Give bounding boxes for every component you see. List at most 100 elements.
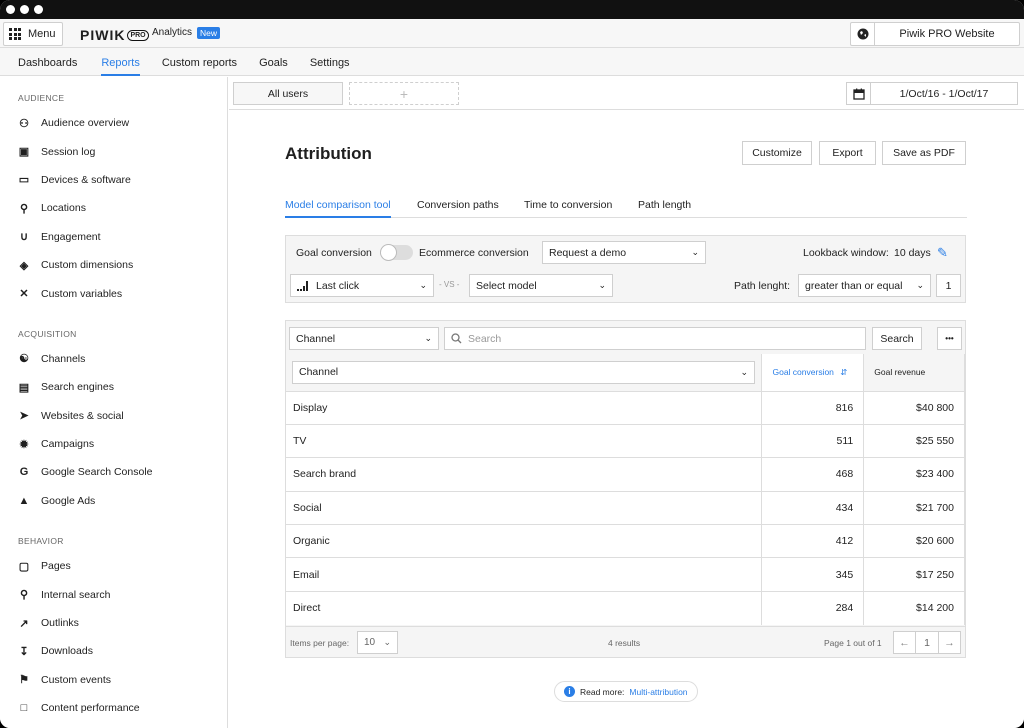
search-button[interactable]: Search (872, 327, 922, 350)
ecommerce-conversion-label: Ecommerce conversion (419, 247, 529, 259)
sidebar-item-custom-variables[interactable]: ✕ Custom variables (0, 279, 227, 307)
window-icon: ▢ (18, 560, 30, 573)
flag-icon: ⚑ (19, 674, 29, 687)
toggle-knob (380, 244, 397, 261)
sidebar-item-campaigns[interactable]: ✹ Campaigns (0, 430, 227, 458)
sidebar-item-engagement[interactable]: ∪ Engagement (0, 223, 227, 251)
multi-attribution-link[interactable]: Multi-attribution (629, 687, 687, 697)
read-more-pill: i Read more: Multi-attribution (554, 681, 698, 702)
sidebar-item-google-ads[interactable]: ▲ Google Ads (0, 487, 227, 515)
sidebar-item-audience-overview[interactable]: ⚇ Audience overview (0, 109, 227, 137)
prev-page-icon[interactable]: ← (894, 632, 916, 653)
pin-icon: ⚲ (19, 202, 29, 215)
save-pdf-button[interactable]: Save as PDF (882, 141, 966, 165)
row-channel: Direct (286, 590, 763, 625)
nav-dashboards[interactable]: Dashboards (0, 48, 88, 76)
path-length-input[interactable]: 1 (936, 274, 961, 297)
sidebar-item-websites-social[interactable]: ➤ Websites & social (0, 402, 227, 430)
sidebar-item-outlinks[interactable]: ↗ Outlinks (0, 609, 227, 637)
vs-label: - VS - (439, 280, 460, 289)
sidebar-item-label: Search engines (41, 381, 114, 394)
conversion-type-toggle[interactable] (380, 244, 413, 261)
nav-settings[interactable]: Settings (299, 48, 361, 76)
table-row[interactable]: Direct 284 $14 200 (286, 590, 965, 625)
table-row[interactable]: Social 434 $21 700 (286, 490, 965, 525)
table-row[interactable]: Email 345 $17 250 (286, 557, 965, 592)
row-goal-revenue: $14 200 (863, 590, 965, 625)
results-count: 4 results (608, 638, 641, 648)
header-goal-conversion[interactable]: Goal conversion ⇵ (761, 354, 865, 391)
model-b-select[interactable]: Select model ⌄ (469, 274, 613, 297)
title-bar (0, 0, 1024, 19)
current-page-input[interactable]: 1 (916, 637, 938, 649)
sidebar-item-label: Custom variables (41, 287, 123, 300)
path-length-label: Path lenght: (734, 280, 791, 292)
table-row[interactable]: Search brand 468 $23 400 (286, 457, 965, 492)
row-goal-revenue: $40 800 (863, 390, 965, 425)
table-row[interactable]: Organic 412 $20 600 (286, 524, 965, 558)
logo[interactable]: PIWIK PRO (80, 27, 149, 43)
nav-custom-reports[interactable]: Custom reports (151, 48, 248, 76)
google-icon: G (19, 466, 29, 479)
segment-all-users[interactable]: All users (233, 82, 343, 105)
sidebar-item-devices-software[interactable]: ▭ Devices & software (0, 166, 227, 194)
users-icon: ⚇ (19, 117, 29, 130)
sidebar-item-session-log[interactable]: ▣ Session log (0, 137, 227, 165)
tab-path-length[interactable]: Path length (638, 199, 691, 218)
close-dot[interactable] (6, 5, 15, 14)
sidebar-item-downloads[interactable]: ↧ Downloads (0, 637, 227, 665)
path-operator-select[interactable]: greater than or equal ⌄ (798, 274, 931, 297)
table-row[interactable]: TV 511 $25 550 (286, 423, 965, 458)
add-segment-button[interactable]: + (349, 82, 459, 105)
chevron-down-icon: ⌄ (691, 247, 699, 257)
customize-button[interactable]: Customize (742, 141, 812, 165)
nav-reports[interactable]: Reports (101, 48, 140, 76)
next-page-icon[interactable]: → (938, 632, 960, 653)
tab-time-to-conversion[interactable]: Time to conversion (524, 199, 612, 218)
header-goal-revenue[interactable]: Goal revenue (863, 354, 965, 391)
goal-select[interactable]: Request a demo ⌄ (542, 241, 706, 264)
sidebar-item-label: Google Search Console (41, 466, 153, 479)
maximize-dot[interactable] (34, 5, 43, 14)
network-icon: ☯ (19, 353, 29, 366)
nav-goals[interactable]: Goals (248, 48, 299, 76)
sidebar-item-pages[interactable]: ▢ Pages (0, 552, 227, 580)
more-options-button[interactable]: ••• (937, 327, 962, 350)
header-dimension-value: Channel (299, 366, 339, 379)
header-dimension-select[interactable]: Channel ⌄ (292, 360, 755, 384)
row-goal-revenue: $20 600 (863, 524, 965, 558)
website-selector[interactable]: Piwik PRO Website (850, 22, 1020, 46)
dimension-select[interactable]: Channel ⌄ (289, 327, 439, 350)
sidebar-item-locations[interactable]: ⚲ Locations (0, 194, 227, 222)
sidebar-item-google-search-console[interactable]: G Google Search Console (0, 458, 227, 486)
items-per-page-select[interactable]: 10 ⌄ (357, 631, 398, 654)
search-input[interactable]: Search (444, 327, 866, 350)
row-channel: TV (286, 423, 763, 458)
sort-icon: ⇵ (840, 366, 848, 377)
top-bar: Menu PIWIK PRO Analytics New Piwik PRO W… (0, 19, 1024, 48)
chevron-down-icon: ⌄ (383, 637, 391, 647)
sidebar-item-search-engines[interactable]: ▤ Search engines (0, 373, 227, 401)
date-range-picker[interactable]: 1/Oct/16 - 1/Oct/17 (846, 82, 1018, 105)
menu-button[interactable]: Menu (3, 22, 63, 46)
row-goal-conversion: 345 (761, 557, 865, 592)
sidebar-item-custom-events[interactable]: ⚑ Custom events (0, 666, 227, 694)
sidebar-item-internal-search[interactable]: ⚲ Internal search (0, 580, 227, 608)
sidebar-item-label: Custom events (41, 673, 112, 686)
row-goal-revenue: $21 700 (863, 490, 965, 525)
goal-select-value: Request a demo (549, 246, 627, 259)
sidebar-item-custom-dimensions[interactable]: ◈ Custom dimensions (0, 251, 227, 279)
table-row[interactable]: Display 816 $40 800 (286, 390, 965, 425)
model-a-select[interactable]: Last click ⌄ (290, 274, 434, 297)
minimize-dot[interactable] (20, 5, 29, 14)
search-placeholder: Search (468, 332, 502, 345)
sidebar-item-channels[interactable]: ☯ Channels (0, 345, 227, 373)
edit-pencil-icon[interactable]: ✎ (937, 245, 948, 261)
export-button[interactable]: Export (819, 141, 876, 165)
sidebar-item-content-performance[interactable]: □ Content performance (0, 694, 227, 722)
tab-model-comparison[interactable]: Model comparison tool (285, 199, 391, 218)
section-acquisition: ACQUISITION (18, 328, 77, 339)
tab-conversion-paths[interactable]: Conversion paths (417, 199, 499, 218)
main-content: Attribution Customize Export Save as PDF… (229, 111, 1024, 728)
sidebar-item-label: Engagement (41, 230, 101, 243)
